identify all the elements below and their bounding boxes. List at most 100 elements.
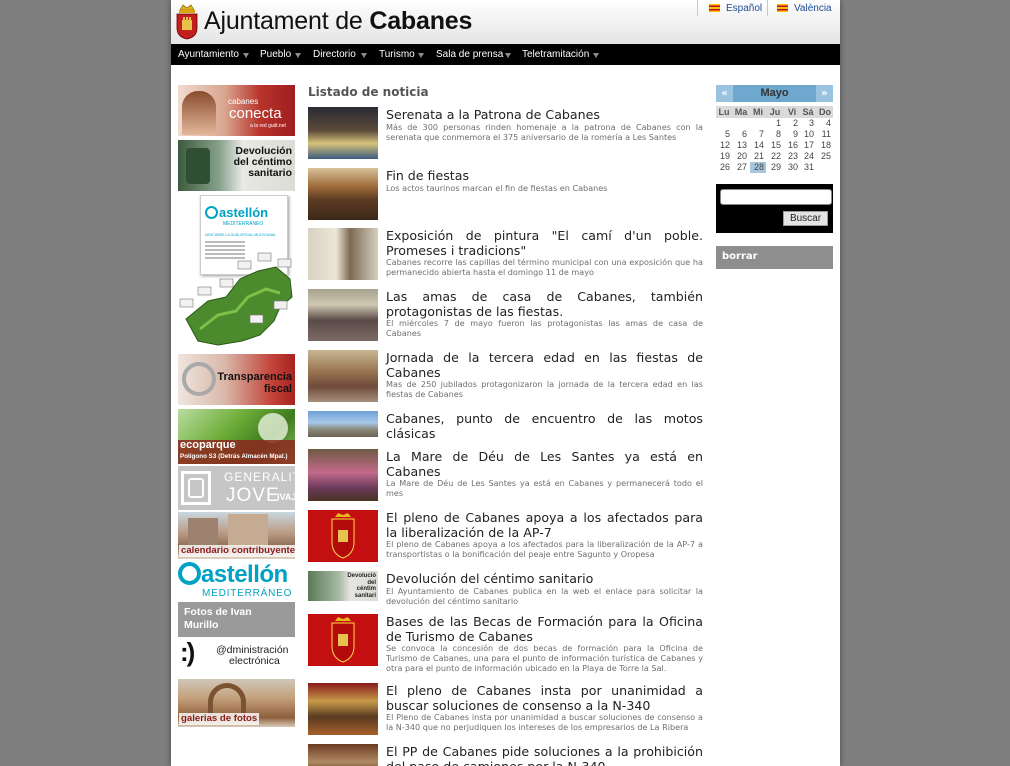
calendar-day[interactable]: 15 [767,140,783,151]
news-thumbnail[interactable] [308,350,378,402]
calendar-day[interactable]: 13 [733,140,749,151]
banner-transparencia-fiscal[interactable]: Transparencia fiscal [178,354,295,405]
news-title[interactable]: Devolución del céntimo sanitario [386,571,703,586]
news-title[interactable]: Exposición de pintura "El camí d'un pobl… [386,228,703,258]
calendar-day[interactable]: 20 [733,151,749,162]
banner-castellon-guide[interactable]: astellón MEDITERRÁNEO DESCUBRE LA GUÍA O… [178,195,295,350]
calendar-day[interactable]: 29 [767,162,783,173]
banner-fotos-ivan-murillo[interactable]: Fotos de Ivan Murillo [178,602,295,637]
news-thumbnail[interactable] [308,449,378,501]
news-thumbnail[interactable] [308,107,378,159]
calendar-day[interactable]: 31 [800,162,816,173]
conecta-big-text: conecta [229,105,282,122]
calendar-day[interactable]: 2 [784,118,800,129]
language-espanol-link[interactable]: Español [709,3,762,14]
dropdown-arrow-icon[interactable] [295,53,301,58]
borrar-box[interactable]: borrar [716,246,833,269]
news-thumbnail[interactable] [308,744,378,766]
search-button[interactable]: Buscar [783,211,828,226]
smiley-icon: :) [180,638,195,667]
nav-directorio[interactable]: Directorio [313,49,356,60]
news-thumbnail[interactable]: Devolució del céntim sanitari [308,571,378,601]
calendar-day[interactable]: 21 [750,151,766,162]
borrar-label: borrar [722,251,758,262]
dropdown-arrow-icon[interactable] [243,53,249,58]
calendar-day[interactable]: 11 [817,129,833,140]
news-thumbnail[interactable] [308,228,378,280]
calendar-day[interactable]: 3 [800,118,816,129]
calendar-day[interactable]: 10 [800,129,816,140]
calendar-day[interactable]: 27 [733,162,749,173]
news-title[interactable]: El PP de Cabanes pide soluciones a la pr… [386,744,703,766]
dropdown-arrow-icon[interactable] [418,53,424,58]
arch-icon [208,683,246,715]
town-shield-icon [331,513,355,559]
news-title[interactable]: El pleno de Cabanes apoya a los afectado… [386,510,703,540]
calendar-day[interactable]: 18 [817,140,833,151]
news-thumbnail[interactable] [308,168,378,220]
gva-logo-icon [181,471,211,505]
calendar-day[interactable]: 14 [750,140,766,151]
calendar-day[interactable]: 26 [716,162,732,173]
dropdown-arrow-icon[interactable] [361,53,367,58]
gen-jove-tag: IVAJ [277,492,295,502]
calendar-next-button[interactable]: » [816,85,833,102]
gen-jove-line2: JOVE [226,485,280,506]
nav-pueblo[interactable]: Pueblo [260,49,291,60]
news-summary: El miércoles 7 de mayo fueron las protag… [386,318,703,338]
search-input[interactable] [720,189,832,205]
calendario-text: calendario contribuyente [179,545,295,558]
calendar-day[interactable]: 7 [750,129,766,140]
banner-cabanes-conecta[interactable]: cabanes conecta a la red gudi.net [178,85,295,136]
banner-calendario-contribuyente[interactable]: calendario contribuyente [178,512,295,559]
news-thumbnail[interactable] [308,510,378,562]
news-title[interactable]: El pleno de Cabanes insta por unanimidad… [386,683,703,713]
banner-administracion-electronica[interactable]: :) @dministración electrónica [178,638,295,678]
calendar-day[interactable]: 19 [716,151,732,162]
news-title[interactable]: Bases de las Becas de Formación para la … [386,614,703,644]
calendar-day[interactable]: 8 [767,129,783,140]
calendar-day[interactable]: 5 [716,129,732,140]
site-title[interactable]: Ajuntament de Cabanes [204,7,472,36]
nav-ayuntamiento[interactable]: Ayuntamiento [178,49,239,60]
calendar-day[interactable]: 28 [750,162,766,173]
calendar-day[interactable]: 25 [817,151,833,162]
calendar-prev-button[interactable]: « [716,85,733,102]
calendar-day[interactable]: 24 [800,151,816,162]
news-thumbnail[interactable] [308,411,378,437]
calendar-day[interactable]: 9 [784,129,800,140]
news-title[interactable]: Serenata a la Patrona de Cabanes [386,107,703,122]
calendar-day[interactable]: 4 [817,118,833,129]
news-thumbnail[interactable] [308,683,378,735]
centimo-thumb-text: Devolució del céntim sanitari [347,573,376,599]
news-title[interactable]: Las amas de casa de Cabanes, también pro… [386,289,703,319]
language-valencia-link[interactable]: València [777,3,832,14]
calendar-day[interactable]: 22 [767,151,783,162]
news-title[interactable]: Cabanes, punto de encuentro de las motos… [386,411,703,441]
banner-galerias-fotos[interactable]: galerias de fotos [178,679,295,727]
calendar-day[interactable]: 17 [800,140,816,151]
news-thumbnail[interactable] [308,289,378,341]
news-item: Cabanes, punto de encuentro de las motos… [308,411,704,445]
banner-generalitat-jove[interactable]: GENERALITAT JOVE IVAJ [178,466,295,510]
page: Ajuntament de Cabanes Español València A… [171,0,840,766]
nav-sala-de-prensa[interactable]: Sala de prensa [436,49,503,60]
calendar-day[interactable]: 30 [784,162,800,173]
calendar-day[interactable]: 6 [733,129,749,140]
calendar-day[interactable]: 16 [784,140,800,151]
cabanes-shield-icon[interactable] [175,4,199,40]
calendar-day[interactable]: 23 [784,151,800,162]
news-title[interactable]: Fin de fiestas [386,168,703,183]
banner-ecoparque[interactable]: ecoparque Polígono S3 (Detrás Almacén Mp… [178,409,295,464]
nav-turismo[interactable]: Turismo [379,49,415,60]
news-title[interactable]: La Mare de Déu de Les Santes ya está en … [386,449,703,479]
banner-castellon-mediterraneo[interactable]: astellón MEDITERRÁNEO [178,561,295,601]
banner-devolucion-centimo[interactable]: Devolución del céntimo sanitario [178,140,295,191]
dropdown-arrow-icon[interactable] [505,53,511,58]
news-title[interactable]: Jornada de la tercera edad en las fiesta… [386,350,703,380]
calendar-day[interactable]: 12 [716,140,732,151]
nav-teletramitacion[interactable]: Teletramitación [522,49,589,60]
dropdown-arrow-icon[interactable] [593,53,599,58]
calendar-day[interactable]: 1 [767,118,783,129]
news-thumbnail[interactable] [308,614,378,666]
